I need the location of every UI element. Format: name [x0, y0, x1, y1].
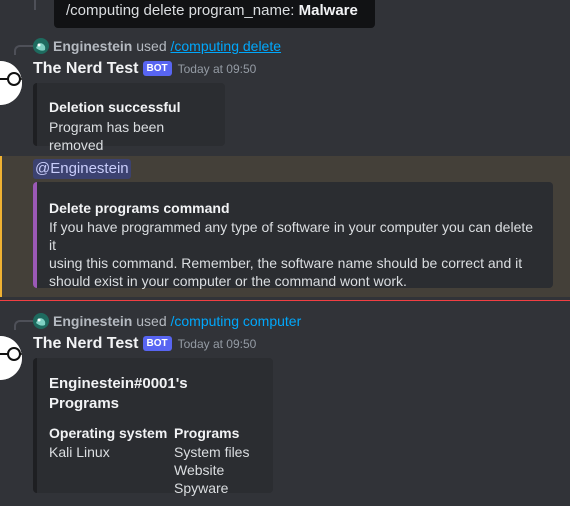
glasses-avatar-icon — [0, 61, 22, 105]
message-header: The Nerd Test BOT Today at 09:50 — [33, 58, 256, 80]
embed-title: Deletion successful — [49, 99, 181, 115]
embed-title: Enginestein#0001's Programs — [49, 375, 188, 412]
bot-badge: BOT — [142, 61, 172, 76]
embed-description: If you have programmed any type of softw… — [49, 218, 541, 290]
field-value: Spyware — [174, 480, 229, 496]
command-tooltip: /computing delete program_name: Malware — [54, 0, 375, 28]
field-value: System files — [174, 444, 250, 460]
user-mention[interactable]: @Enginestein — [33, 159, 131, 179]
tooltip-prefix: /computing delete program_name: — [66, 2, 295, 19]
reply-used-text: used — [136, 38, 167, 54]
thread-edge — [34, 0, 36, 10]
reply-context[interactable]: Enginestein used /computing delete — [33, 37, 281, 55]
tooltip-value: Malware — [298, 2, 358, 19]
embed-fields: Operating system Kali Linux Programs Sys… — [49, 423, 261, 497]
reply-command-link[interactable]: /computing delete — [171, 38, 282, 54]
embed-line: should exist in your computer or the com… — [49, 273, 407, 289]
embed-help: Delete programs command If you have prog… — [33, 182, 553, 290]
reply-command-link[interactable]: /computing computer — [171, 313, 302, 329]
reply-used-text: used — [136, 313, 167, 329]
user-avatar-icon — [33, 38, 49, 54]
bot-badge: BOT — [142, 336, 172, 351]
field-name: Operating system — [49, 425, 168, 441]
embed-field-os: Operating system Kali Linux — [49, 423, 174, 497]
user-avatar-icon — [33, 313, 49, 329]
field-value: Kali Linux — [49, 444, 110, 460]
mention-bar — [0, 156, 2, 297]
embed-programs: Enginestein#0001's Programs Operating sy… — [33, 358, 273, 496]
field-name: Programs — [174, 425, 240, 441]
embed-deletion: Deletion successful Program has been rem… — [33, 83, 225, 153]
author-name[interactable]: The Nerd Test — [33, 60, 139, 77]
reply-context[interactable]: Enginestein used /computing computer — [33, 312, 301, 330]
timestamp[interactable]: Today at 09:50 — [178, 62, 257, 76]
timestamp[interactable]: Today at 09:50 — [178, 337, 257, 351]
bot-avatar[interactable] — [0, 336, 22, 380]
message-header: The Nerd Test BOT Today at 09:50 — [33, 333, 256, 355]
new-messages-divider — [0, 300, 570, 301]
bot-avatar[interactable] — [0, 61, 22, 105]
embed-description: Program has been removed — [49, 119, 165, 153]
field-value: Website — [174, 462, 225, 478]
author-name[interactable]: The Nerd Test — [33, 335, 139, 352]
embed-line: using this command. Remember, the softwa… — [49, 255, 523, 271]
glasses-avatar-icon — [0, 336, 22, 380]
reply-username[interactable]: Enginestein — [53, 38, 132, 54]
embed-line: If you have programmed any type of softw… — [49, 219, 534, 253]
reply-username[interactable]: Enginestein — [53, 313, 132, 329]
embed-title: Delete programs command — [49, 200, 230, 216]
embed-field-programs: Programs System files Website Spyware — [174, 423, 249, 497]
